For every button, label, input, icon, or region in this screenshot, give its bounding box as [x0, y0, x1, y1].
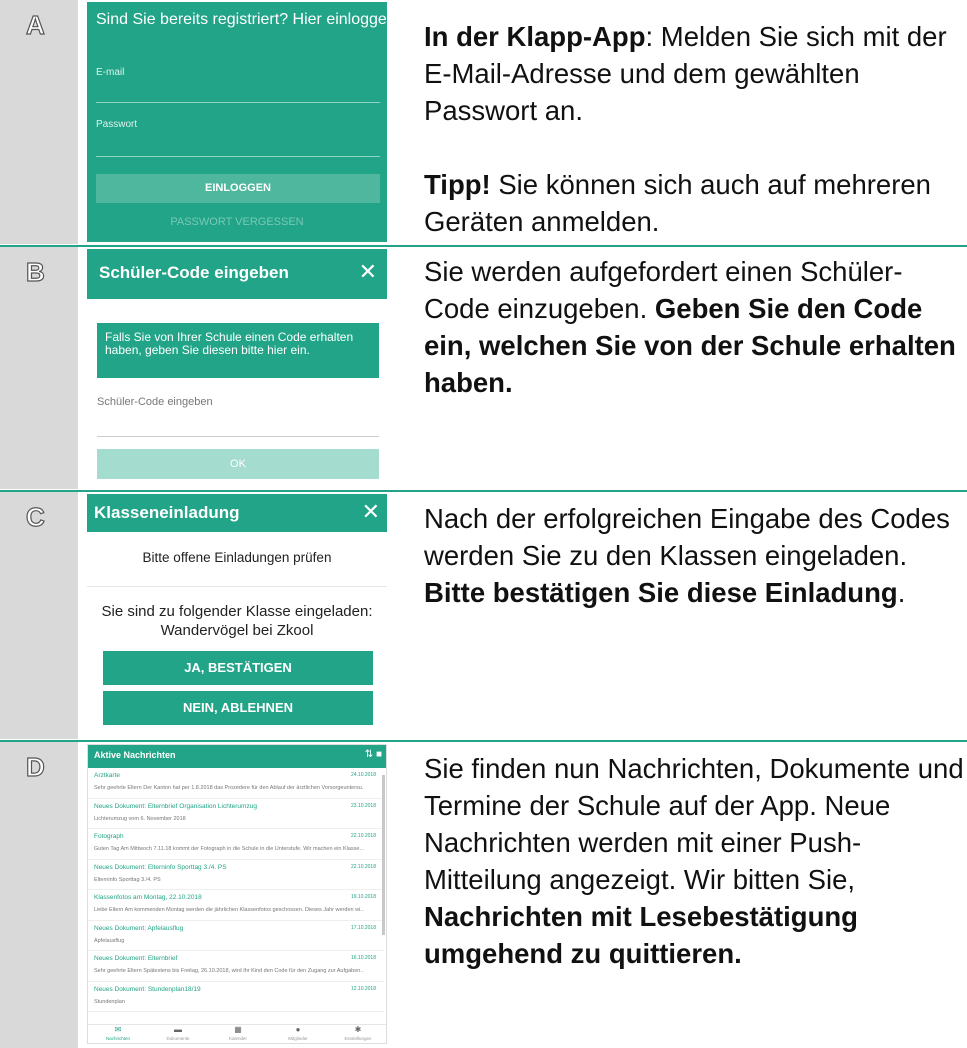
confirm-button[interactable]: JA, BESTÄTIGEN: [103, 651, 373, 685]
step-label-column: C: [0, 492, 78, 739]
message-title: Neues Dokument: Stundenplan18/19: [94, 985, 201, 993]
description-paragraph: In der Klapp-App: Melden Sie sich mit de…: [424, 21, 947, 126]
nav-item[interactable]: ▬ Dokumente: [148, 1025, 208, 1043]
step-letter: C: [25, 501, 45, 532]
close-icon[interactable]: ✕: [362, 499, 380, 525]
invitation-message: Sie sind zu folgender Klasse eingeladen:…: [101, 603, 373, 639]
ok-button[interactable]: OK: [97, 449, 379, 479]
message-title: Arztkarte: [94, 772, 121, 779]
login-button[interactable]: EINLOGGEN: [96, 174, 380, 203]
message-date: 23.10.2018: [350, 802, 376, 809]
nav-icon: ✉: [114, 1025, 122, 1034]
step-description: Nach der erfolgreichen Eingabe des Codes…: [424, 503, 950, 608]
message-snippet: Apfelausflug: [94, 937, 125, 944]
nav-icon: ▬: [174, 1025, 182, 1034]
step-letter: B: [25, 256, 45, 287]
messages-screen: Aktive Nachrichten ⇅ ■ Arztkarte 24.10.20…: [87, 744, 387, 1044]
tip-paragraph: Tipp! Sie können sich auch auf mehreren …: [424, 169, 931, 237]
messages-header: Aktive Nachrichten ⇅ ■: [88, 745, 386, 768]
password-label: Passwort: [96, 119, 138, 130]
step-label-column: A: [0, 0, 78, 244]
nav-item[interactable]: ✱ Einstellungen: [328, 1025, 386, 1043]
step-letter: D: [25, 751, 45, 782]
messages-title: Aktive Nachrichten: [94, 750, 176, 760]
nav-item[interactable]: ✉ Nachrichten: [88, 1025, 148, 1043]
nav-label: Einstellungen: [344, 1036, 372, 1041]
message-date: 16.10.2018: [350, 955, 376, 961]
student-code-dialog: Schüler-Code eingeben ✕ Falls Sie von Ih…: [87, 249, 387, 487]
nav-icon: ✱: [354, 1025, 362, 1034]
message-snippet: Guten Tag Am Mittwoch 7.11.18 kommt der …: [94, 846, 364, 852]
message-item[interactable]: Neues Dokument: Apfelausflug 17.10.2018 Ap…: [88, 921, 384, 951]
message-snippet: Liebe Eltern Am kommenden Montag werden …: [94, 907, 364, 913]
login-heading: Sind Sie bereits registriert? Hier einlo…: [96, 11, 387, 28]
scrollbar[interactable]: [382, 775, 385, 935]
email-label: E-mail: [96, 67, 125, 78]
step-d: D Aktive Nachrichten ⇅ ■ Arztkarte 24.10.…: [0, 742, 967, 1048]
dialog-header: Schüler-Code eingeben ✕: [87, 249, 387, 299]
nav-label: Nachrichten: [105, 1036, 130, 1041]
bottom-navigation: ✉ Nachrichten ▬ Dokumente ▦ Kalender ● Mitglied…: [88, 1024, 386, 1043]
message-title: Neues Dokument: Elterninfo Sporttag 3./4…: [94, 863, 227, 871]
nav-label: Dokumente: [166, 1036, 190, 1041]
input-underline: [97, 436, 379, 437]
nav-icon: ▦: [234, 1025, 242, 1034]
class-invitation-dialog: Klasseneinladung ✕ Bitte offene Einladun…: [87, 494, 387, 738]
message-item[interactable]: Neues Dokument: Elternbrief Organisation…: [88, 799, 384, 829]
message-list: Arztkarte 24.10.2018 Sehr geehrte Eltern D…: [88, 768, 384, 1022]
nav-label: Mitglieder: [288, 1036, 308, 1041]
message-item[interactable]: Neues Dokument: Elternbrief 16.10.2018 Seh…: [88, 951, 384, 982]
dialog-title: Schüler-Code eingeben: [99, 263, 289, 282]
step-letter: A: [25, 9, 45, 40]
step-description: Sie werden aufgefordert einen Schüler-Co…: [424, 256, 956, 398]
close-icon[interactable]: ✕: [359, 259, 377, 285]
message-snippet: Lichterumzug vom 6. November 2018: [94, 815, 186, 822]
message-title: Neues Dokument: Elternbrief: [94, 955, 178, 962]
message-date: 19.10.2018: [350, 894, 376, 900]
message-date: 12.10.2018: [350, 985, 376, 992]
message-date: 24.10.2018: [350, 772, 376, 778]
forgot-password-link[interactable]: PASSWORT VERGESSEN: [87, 216, 387, 228]
dialog-title: Klasseneinladung: [94, 503, 240, 522]
message-date: 17.10.2018: [350, 924, 376, 931]
message-title: Neues Dokument: Elternbrief Organisation…: [94, 802, 257, 810]
step-label-column: B: [0, 247, 78, 489]
dialog-subtitle: Bitte offene Einladungen prüfen: [142, 550, 332, 565]
email-field[interactable]: [96, 102, 380, 103]
nav-item[interactable]: ● Mitglieder: [268, 1025, 328, 1043]
message-snippet: Stundenplan: [94, 998, 125, 1005]
nav-item[interactable]: ▦ Kalender: [208, 1025, 268, 1043]
message-title: Klassenfotos am Montag, 22.10.2018: [94, 894, 202, 901]
message-title: Neues Dokument: Apfelausflug: [94, 924, 184, 932]
message-snippet: Sehr geehrte Eltern Der Kanton hat per 1…: [94, 785, 364, 791]
nav-label: Kalender: [228, 1036, 247, 1041]
step-c: C Klasseneinladung ✕ Bitte offene Einlad…: [0, 492, 967, 739]
message-snippet: Sehr geehrte Eltern Spätestens bis Freit…: [94, 968, 364, 974]
filter-icon[interactable]: ⇅ ■: [365, 749, 382, 760]
info-box: Falls Sie von Ihrer Schule einen Code er…: [97, 323, 379, 378]
step-label-column: D: [0, 742, 78, 1048]
password-field[interactable]: [96, 156, 380, 157]
step-description: In der Klapp-App: Melden Sie sich mit de…: [424, 18, 964, 240]
message-item[interactable]: Fotograph 22.10.2018 Guten Tag Am Mittwoch…: [88, 829, 384, 860]
step-description: Sie finden nun Nachrichten, Dokumente un…: [424, 753, 964, 969]
message-item[interactable]: Klassenfotos am Montag, 22.10.2018 19.10.…: [88, 890, 384, 921]
message-item[interactable]: Neues Dokument: Stundenplan18/19 12.10.20…: [88, 982, 384, 1012]
message-snippet: Elterninfo Sporttag 3./4. PS: [94, 876, 161, 883]
dialog-header: Klasseneinladung ✕: [87, 494, 387, 532]
divider: [87, 586, 387, 587]
message-date: 22.10.2018: [350, 833, 376, 839]
step-b: B Schüler-Code eingeben ✕ Falls Sie von …: [0, 247, 967, 489]
student-code-input[interactable]: Schüler-Code eingeben: [97, 396, 213, 408]
message-date: 22.10.2018: [350, 863, 376, 870]
message-item[interactable]: Neues Dokument: Elterninfo Sporttag 3./4…: [88, 860, 384, 890]
message-title: Fotograph: [94, 833, 124, 840]
message-item[interactable]: Arztkarte 24.10.2018 Sehr geehrte Eltern D…: [88, 768, 384, 799]
step-a: A Sind Sie bereits registriert? Hier ein…: [0, 0, 967, 244]
login-screen: Sind Sie bereits registriert? Hier einlo…: [87, 2, 387, 242]
nav-icon: ●: [295, 1025, 301, 1034]
decline-button[interactable]: NEIN, ABLEHNEN: [103, 691, 373, 725]
